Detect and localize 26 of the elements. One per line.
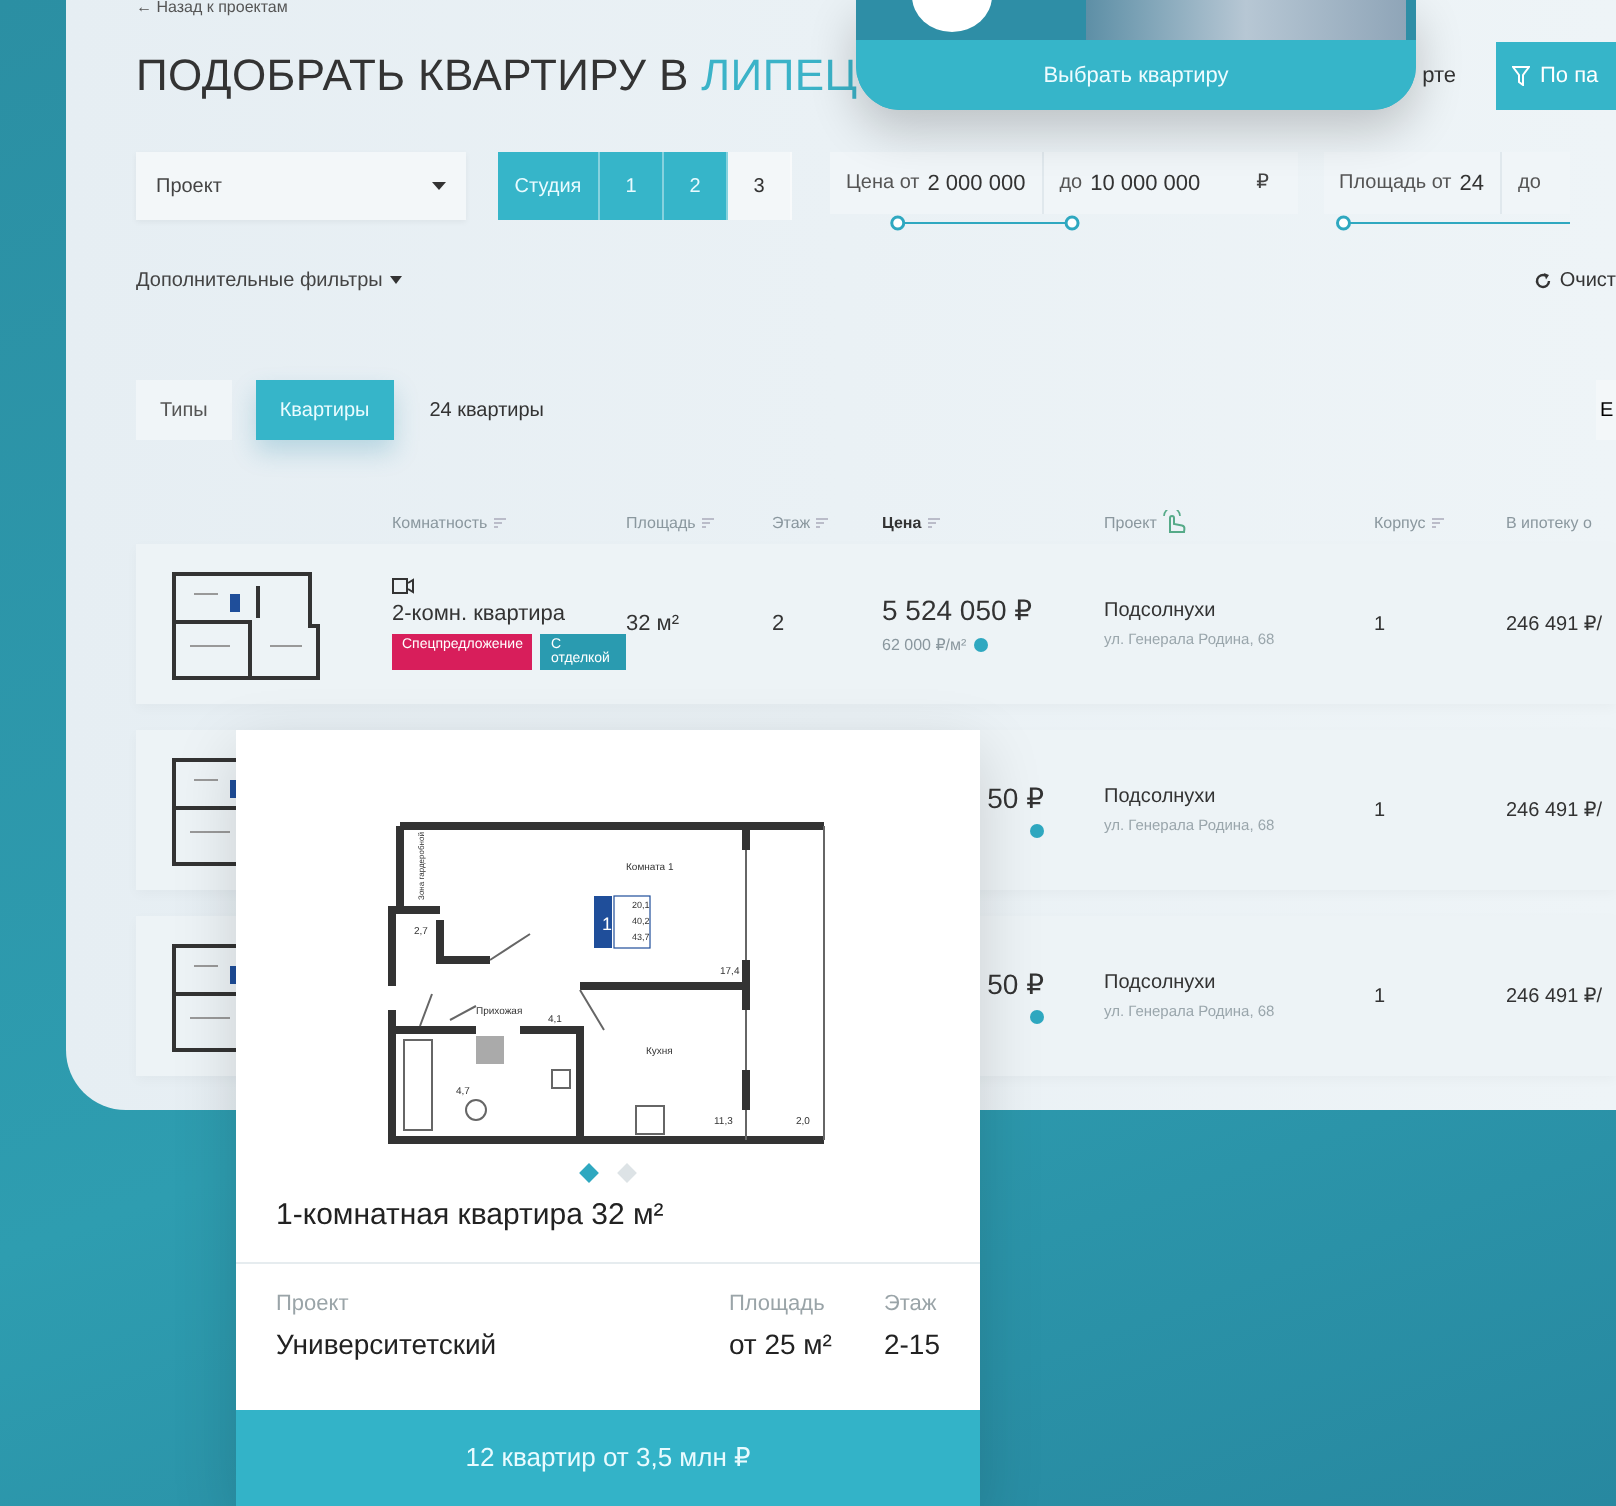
apartment-type: 2-комн. квартира	[392, 602, 568, 626]
building-value: 1	[1374, 799, 1388, 821]
mortgage-value: 246 491 ₽/	[1506, 985, 1605, 1007]
field-value: от 25 м²	[728, 1328, 832, 1360]
mortgage-value: 246 491 ₽/	[1506, 799, 1605, 821]
price-value: 50 ₽	[987, 968, 1044, 1002]
area-value: 32 м²	[626, 612, 682, 636]
page-title: ПОДОБРАТЬ КВАРТИРУ В ЛИПЕЦ	[136, 50, 858, 102]
field-value: Университетский	[276, 1328, 499, 1360]
project-name: Подсолнухи	[1104, 786, 1218, 808]
project-name: Подсолнухи	[1104, 972, 1218, 994]
field-value: 2-15	[883, 1328, 940, 1360]
field-label: Этаж	[883, 1292, 939, 1316]
floor-value: 2	[772, 612, 787, 636]
price-per-meter: 62 000 ₽/м²	[882, 636, 967, 654]
mortgage-value: 246 491 ₽/	[1506, 613, 1605, 635]
plan-label: 1	[602, 914, 613, 934]
price-value: 50 ₽	[987, 782, 1044, 816]
layout-title: 1-комнатная квартира 32 м²	[276, 1198, 666, 1236]
project-name: Подсолнухи	[1104, 600, 1218, 622]
price-value: 5 524 050 ₽	[882, 594, 1035, 628]
field-label: Площадь	[728, 1292, 827, 1316]
apartment-count: 24 квартиры	[429, 399, 544, 421]
building-value: 1	[1374, 985, 1388, 1007]
field-label: Проект	[276, 1292, 351, 1316]
building-value: 1	[1374, 613, 1388, 635]
